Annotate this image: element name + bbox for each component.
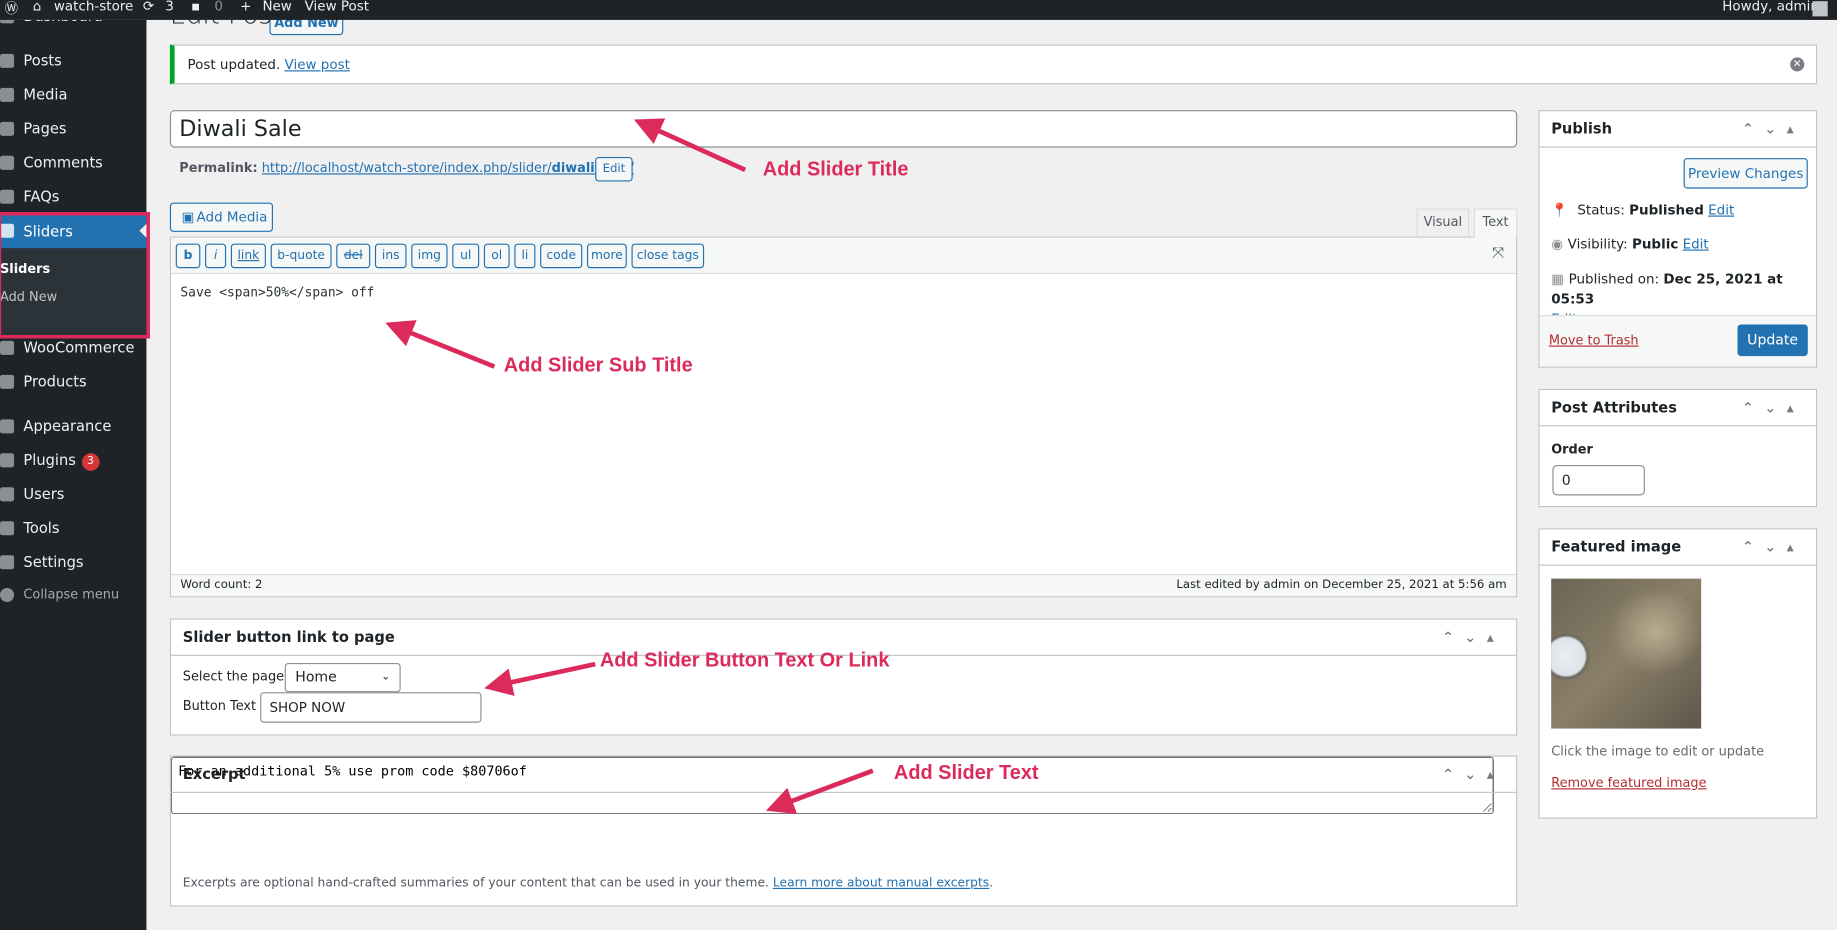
comments-count[interactable]: 0 [214,0,223,14]
view-post-link[interactable]: View Post [305,0,369,14]
avatar[interactable] [1812,1,1828,17]
tab-text[interactable]: Text [1473,208,1518,238]
arrow-title [633,118,747,172]
arrow-text [765,768,874,815]
annotation-subtitle: Add Slider Sub Title [503,353,693,376]
annotation-title: Add Slider Title [762,158,909,181]
site-name-link[interactable]: watch-store [54,0,133,14]
annotation-text: Add Slider Text [893,761,1039,784]
new-link[interactable]: New [262,0,291,14]
howdy-link[interactable]: Howdy, admin [1722,0,1819,14]
updates-count[interactable]: 3 [165,0,174,14]
plus-icon: + [240,0,252,15]
admin-bar: Ⓦ ⌂ watch-store ⟳ 3 ▪ 0 + New View Post … [0,0,1837,20]
wordpress-logo-icon[interactable]: Ⓦ [5,0,18,18]
annotation-arrows [385,118,874,815]
arrow-button [484,661,596,696]
annotation-button: Add Slider Button Text Or Link [599,648,890,672]
updates-icon[interactable]: ⟳ [143,0,154,14]
home-icon: ⌂ [32,0,42,15]
arrow-subtitle [385,320,496,369]
comments-icon[interactable]: ▪ [191,0,200,14]
